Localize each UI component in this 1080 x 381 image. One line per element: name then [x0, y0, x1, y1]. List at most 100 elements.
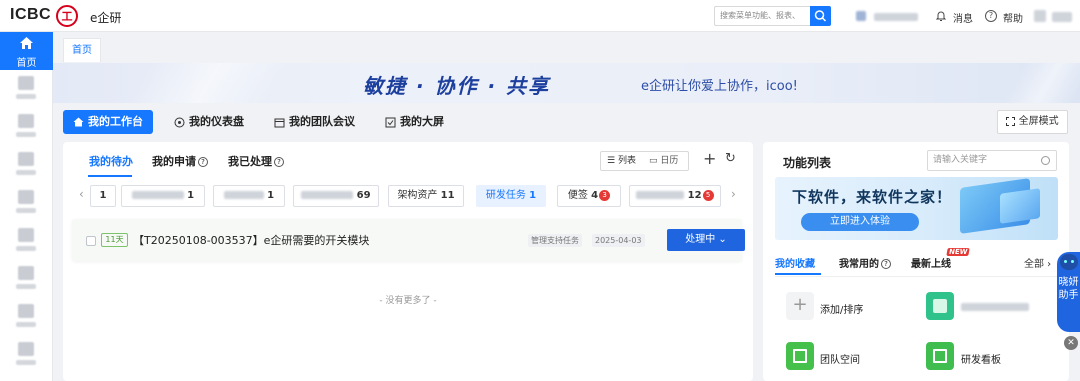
tab-frequently-used[interactable]: 我常用的?: [839, 255, 891, 270]
tab-favorites[interactable]: 我的收藏: [775, 255, 815, 270]
sidebar-item-label: [16, 132, 36, 137]
sidebar-item-icon[interactable]: [18, 114, 34, 128]
sidebar-item-icon[interactable]: [18, 266, 34, 280]
chip-count: 69: [356, 190, 371, 201]
close-icon[interactable]: ✕: [1064, 336, 1078, 350]
chevron-right-icon[interactable]: ›: [731, 187, 736, 201]
category-chip[interactable]: 架构资产 11: [388, 185, 464, 207]
task-checkbox[interactable]: [86, 236, 96, 246]
tab-processed[interactable]: 我已处理?: [228, 153, 284, 169]
assistant-label: 晓妍助手: [1058, 277, 1079, 301]
global-search-input[interactable]: 搜索菜单功能、报表、: [714, 6, 810, 26]
tab-newly-launched[interactable]: 最新上线: [911, 255, 951, 270]
sidebar-item-home[interactable]: 首页: [0, 32, 53, 70]
tab-my-dashboard[interactable]: 我的仪表盘: [174, 110, 244, 134]
view-all-link[interactable]: 全部 ›: [1024, 255, 1051, 270]
chip-label: 便签: [567, 190, 588, 201]
category-chip[interactable]: 1: [121, 185, 205, 207]
dev-board-link[interactable]: 研发看板: [961, 351, 1001, 366]
sidebar-item-label: [16, 322, 36, 327]
sidebar-item-icon[interactable]: [18, 152, 34, 166]
help-link[interactable]: 帮助: [1003, 10, 1023, 25]
status-dropdown-button[interactable]: 处理中 ⌄: [667, 229, 745, 251]
promo-button[interactable]: 立即进入体验: [801, 213, 919, 231]
tab-my-applications[interactable]: 我的申请?: [152, 153, 208, 169]
sidebar-item-icon[interactable]: [18, 304, 34, 318]
user-department[interactable]: [856, 11, 918, 24]
sidebar-item-icon[interactable]: [18, 76, 34, 90]
no-more-text: - 没有更多了 -: [379, 296, 437, 306]
add-sort-link[interactable]: 添加/排序: [820, 301, 863, 316]
chip-label: [301, 191, 354, 199]
task-title[interactable]: 【T20250108-003537】e企研需要的开关模块: [133, 232, 369, 248]
chevron-down-icon: ⌄: [718, 234, 727, 245]
help-icon[interactable]: ?: [985, 10, 997, 22]
refresh-icon[interactable]: ↻: [725, 151, 736, 166]
active-tab-indicator: [775, 273, 821, 275]
category-chip[interactable]: 69: [293, 185, 379, 207]
tab-label: 我的大屏: [400, 115, 444, 128]
sidebar-item-label: [16, 170, 36, 175]
home-icon: [73, 117, 84, 127]
function-list-panel: 功能列表 请输入关键字 下软件，来软件之家！ 立即进入体验 我的收藏 我常用的?…: [763, 142, 1069, 381]
search-placeholder: 请输入关键字: [933, 155, 988, 165]
category-chip[interactable]: 1: [213, 185, 285, 207]
robot-icon: [1060, 254, 1078, 270]
team-space-icon[interactable]: [786, 342, 814, 370]
task-date: 2025-04-03: [592, 234, 645, 247]
category-chip[interactable]: 便签 43: [557, 185, 621, 207]
messages-link[interactable]: 消息: [953, 10, 973, 25]
task-type-tag: 管理支持任务: [528, 234, 582, 247]
chip-label: 研发任务: [485, 190, 526, 201]
question-icon[interactable]: ?: [881, 259, 891, 269]
calendar-view-toggle[interactable]: ▭ 日历: [649, 152, 678, 170]
add-icon[interactable]: +: [786, 292, 814, 320]
active-tab-indicator: [88, 175, 132, 177]
bell-icon[interactable]: [935, 10, 947, 22]
question-icon[interactable]: ?: [198, 157, 208, 167]
app-icon[interactable]: [926, 292, 954, 320]
calendar-view-label: 日历: [660, 156, 679, 166]
todo-panel: 我的待办 我的申请? 我已处理? ☰ 列表 ▭ 日历 + ↻ ‹ 1 1 1 6…: [63, 142, 753, 381]
tab-my-big-screen[interactable]: 我的大屏: [385, 110, 444, 134]
sidebar-item-label: 首页: [16, 58, 37, 69]
tab-label: 我已处理: [228, 155, 272, 168]
chip-label: [636, 191, 685, 199]
sidebar-item-icon[interactable]: [18, 190, 34, 204]
category-chip[interactable]: 1: [90, 185, 116, 207]
fullscreen-button[interactable]: 全屏模式: [997, 110, 1068, 134]
chip-count: 1: [187, 190, 195, 201]
welcome-banner: 敏捷 · 协作 · 共享 e企研让你爱上协作，icoo!: [53, 63, 1080, 103]
tab-label: 我的仪表盘: [189, 115, 244, 128]
dev-board-icon[interactable]: [926, 342, 954, 370]
gauge-icon: [174, 117, 185, 127]
chevron-left-icon[interactable]: ‹: [79, 187, 84, 201]
tab-label: 我的团队会议: [289, 115, 355, 128]
chip-label: [131, 191, 184, 199]
sidebar-item-label: [16, 94, 36, 99]
function-search-input[interactable]: 请输入关键字: [927, 150, 1057, 171]
category-chip-active[interactable]: 研发任务 1: [476, 185, 546, 207]
team-space-link[interactable]: 团队空间: [820, 351, 860, 366]
sidebar-item-icon[interactable]: [18, 342, 34, 356]
avatar[interactable]: [1034, 10, 1072, 25]
app-title: e企研: [90, 11, 122, 25]
list-view-toggle[interactable]: ☰ 列表: [607, 152, 636, 170]
add-icon[interactable]: +: [703, 149, 716, 168]
sidebar-item-label: [16, 208, 36, 213]
sidebar-item-icon[interactable]: [18, 228, 34, 242]
chip-count: 11: [440, 190, 455, 201]
tab-my-workbench[interactable]: 我的工作台: [63, 110, 153, 134]
task-row[interactable]: 11天 【T20250108-003537】e企研需要的开关模块 管理支持任务 …: [72, 219, 745, 261]
app-name[interactable]: [961, 303, 1029, 311]
question-icon[interactable]: ?: [274, 157, 284, 167]
tab-home[interactable]: 首页: [63, 38, 101, 62]
promo-banner[interactable]: 下软件，来软件之家！ 立即进入体验: [775, 177, 1058, 240]
search-button[interactable]: [810, 6, 831, 26]
tab-my-todo[interactable]: 我的待办: [89, 153, 133, 169]
tab-my-team-meeting[interactable]: 我的团队会议: [274, 110, 355, 134]
banner-decoration: [995, 63, 1080, 103]
category-chip[interactable]: 12 5: [629, 185, 721, 207]
assistant-button[interactable]: 晓妍助手: [1057, 252, 1080, 332]
fullscreen-icon: [1006, 116, 1016, 126]
